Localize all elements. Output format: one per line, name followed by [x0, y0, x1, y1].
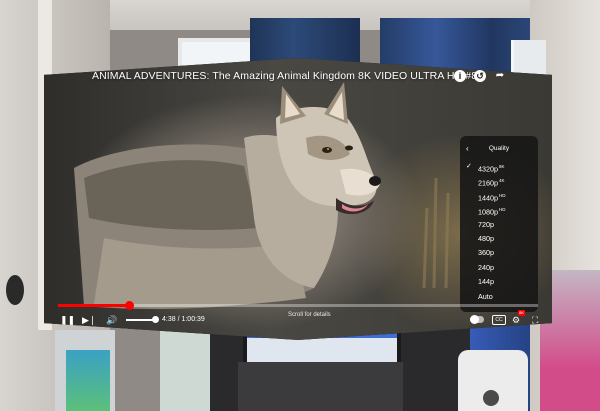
quality-option-label: 2160p	[478, 178, 498, 188]
player-controls: ❚❚ ▶❘ 🔊 4:38 / 1:00:39 Scroll for detail…	[58, 310, 538, 328]
speaker-knob	[483, 390, 499, 406]
history-icon[interactable]: ↺	[474, 70, 486, 82]
quality-option-label: 360p	[478, 248, 494, 258]
smart-speaker	[458, 350, 528, 411]
quality-option[interactable]: 360p	[460, 246, 538, 260]
wall-lamp	[6, 275, 24, 305]
quality-option-label: 1080p	[478, 207, 498, 217]
quality-option-badge: HD	[499, 192, 506, 198]
poster	[66, 350, 110, 411]
quality-option-label: 720p	[478, 219, 494, 229]
progress-bar[interactable]	[58, 301, 538, 310]
quality-option-label: 480p	[478, 233, 494, 243]
info-icon[interactable]: i	[454, 70, 466, 82]
video-title: ANIMAL ADVENTURES: The Amazing Animal Ki…	[92, 70, 485, 82]
quality-option[interactable]: Auto	[460, 290, 538, 304]
quality-option-badge: 8K	[499, 164, 505, 169]
quality-option[interactable]: 2160p4K	[460, 174, 538, 188]
quality-badge: 8K	[518, 310, 526, 316]
quality-option-label: 240p	[478, 262, 494, 272]
laptop-keyboard	[238, 362, 403, 411]
quality-option[interactable]: 144p	[460, 275, 538, 289]
quality-option[interactable]: 1440pHD	[460, 189, 538, 203]
progress-scrubber[interactable]	[125, 301, 135, 310]
quality-option[interactable]: 1080pHD	[460, 203, 538, 217]
share-icon[interactable]: ➦	[494, 70, 506, 82]
quality-option-label: Auto	[478, 291, 493, 301]
autoplay-toggle-dot	[470, 315, 479, 324]
top-icons-bar: i ↺ ➦	[454, 70, 506, 82]
quality-option-badge: 4K	[499, 178, 505, 184]
time-display: 4:38 / 1:00:39	[162, 316, 205, 323]
quality-option-label: 1440p	[478, 193, 498, 203]
next-icon[interactable]: ▶❘	[82, 312, 96, 328]
quality-option[interactable]: 480p	[460, 232, 538, 246]
captions-button[interactable]: CC	[492, 315, 506, 325]
quality-option[interactable]: 240p	[460, 261, 538, 275]
video-player-panel[interactable]: ANIMAL ADVENTURES: The Amazing Animal Ki…	[44, 58, 552, 340]
quality-menu-header: Quality	[488, 145, 510, 152]
scroll-hint[interactable]: Scroll for details	[288, 310, 331, 320]
volume-slider[interactable]	[126, 319, 154, 321]
autoplay-toggle[interactable]	[470, 315, 484, 324]
quality-option-badge: HD	[499, 207, 506, 213]
quality-option[interactable]: ✓ 4320p8K	[460, 160, 538, 174]
quality-option-label: 4320p	[478, 164, 498, 174]
volume-knob[interactable]	[152, 316, 159, 323]
quality-menu: ‹ Quality ✓ 4320p8K 2160p4K 1440pHD 1080pHD 7…	[460, 136, 538, 312]
quality-option[interactable]: 720p	[460, 218, 538, 232]
volume-icon[interactable]: 🔊	[106, 312, 117, 328]
progress-played	[58, 304, 130, 307]
quality-options-list: ✓ 4320p8K 2160p4K 1440pHD 1080pHD 720p 480p 360…	[460, 160, 538, 304]
quality-option-label: 144p	[478, 277, 494, 287]
check-icon: ✓	[466, 163, 472, 170]
